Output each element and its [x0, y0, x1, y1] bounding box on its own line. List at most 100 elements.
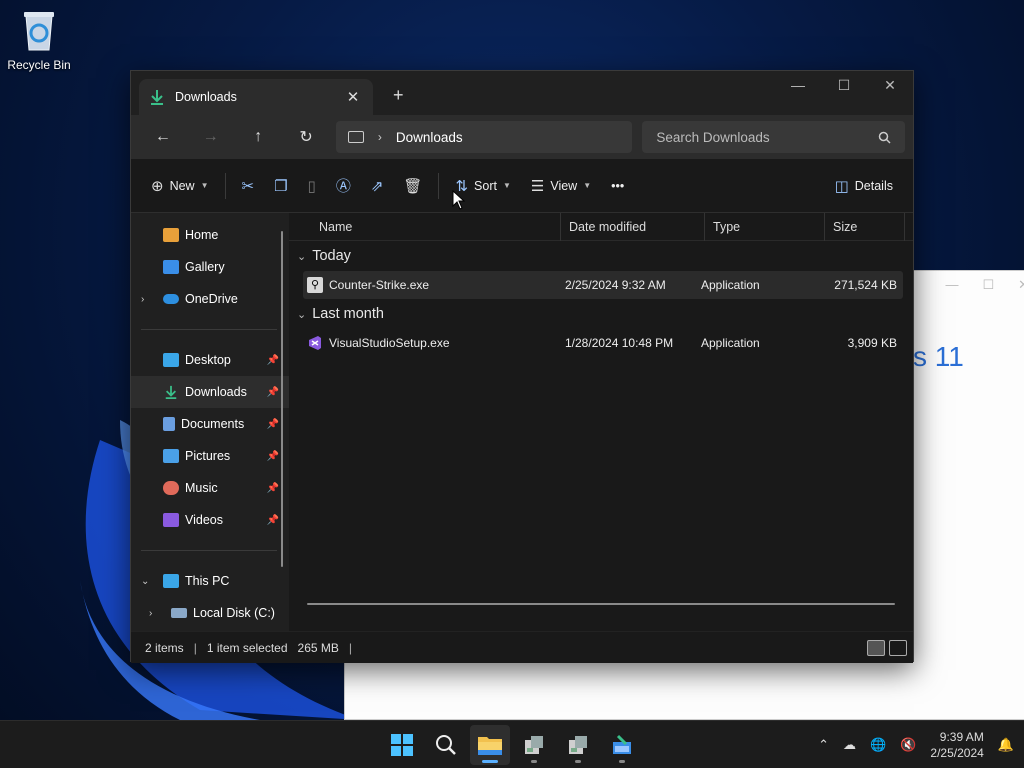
chevron-down-icon[interactable]: ⌄ — [141, 576, 149, 587]
divider — [141, 550, 277, 551]
taskbar-app-1[interactable] — [514, 725, 554, 765]
details-button[interactable]: ◫ Details — [825, 170, 903, 202]
drive-icon — [171, 608, 187, 618]
sidebar-item-music[interactable]: Music 📌 — [131, 472, 289, 504]
address-bar[interactable]: › Downloads — [335, 121, 633, 153]
file-row[interactable]: VisualStudioSetup.exe 1/28/2024 10:48 PM… — [303, 329, 903, 357]
file-size: 3,909 KB — [847, 336, 897, 350]
file-name: VisualStudioSetup.exe — [329, 336, 450, 350]
sidebar-item-gallery[interactable]: Gallery — [131, 251, 289, 283]
file-list: Name Date modified Type Size ⌄ Today ⚲ C… — [289, 212, 913, 631]
file-date: 1/28/2024 10:48 PM — [565, 336, 674, 350]
pictures-icon — [163, 449, 179, 463]
forward-button[interactable]: → — [187, 128, 235, 146]
details-label: Details — [854, 178, 893, 193]
tab-downloads[interactable]: Downloads ✕ — [139, 79, 373, 115]
up-button[interactable]: ↑ — [234, 128, 282, 146]
globe-icon[interactable]: 🌐 — [870, 737, 886, 753]
back-button[interactable]: ← — [139, 128, 187, 146]
start-button[interactable] — [382, 725, 422, 765]
sidebar-item-downloads[interactable]: Downloads 📌 — [131, 376, 289, 408]
sidebar-item-pictures[interactable]: Pictures 📌 — [131, 440, 289, 472]
minimize-button[interactable]: — — [775, 71, 821, 101]
details-view-button[interactable] — [867, 639, 885, 656]
recycle-bin[interactable]: Recycle Bin — [4, 8, 74, 72]
mouse-cursor-icon — [452, 190, 466, 210]
sidebar-item-desktop[interactable]: Desktop 📌 — [131, 344, 289, 376]
group-header-today[interactable]: ⌄ Today — [289, 241, 913, 271]
trash-icon: 🗑 — [403, 177, 423, 195]
column-type[interactable]: Type — [705, 212, 825, 241]
volume-muted-icon[interactable]: 🔇 — [900, 737, 916, 753]
status-divider: | — [348, 640, 353, 655]
pin-icon: 📌 — [266, 482, 279, 494]
time: 9:39 AM — [939, 730, 984, 744]
copy-button[interactable]: ❐ — [264, 170, 297, 202]
running-indicator — [531, 760, 537, 763]
sidebar-item-home[interactable]: Home — [131, 219, 289, 251]
sidebar-item-documents[interactable]: Documents 📌 — [131, 408, 289, 440]
tab-title: Downloads — [175, 90, 237, 104]
address-bar-row: ← → ↑ ↻ › Downloads Search Downloads — [131, 115, 913, 159]
cut-button[interactable]: ✂ — [232, 170, 265, 202]
rename-button[interactable]: Ⓐ — [326, 170, 361, 202]
running-indicator — [575, 760, 581, 763]
folder-icon — [478, 737, 502, 755]
group-header-last-month[interactable]: ⌄ Last month — [289, 299, 913, 329]
gallery-icon — [163, 260, 179, 274]
view-lines-icon: ☰ — [530, 177, 545, 195]
active-indicator — [482, 760, 498, 763]
windows-logo-icon — [391, 734, 413, 756]
visual-studio-icon — [309, 336, 321, 350]
date: 2/25/2024 — [930, 746, 984, 760]
onedrive-offline-icon[interactable]: ☁ — [843, 737, 856, 753]
taskbar-app-3[interactable] — [602, 725, 642, 765]
paste-button[interactable]: ▯ — [298, 170, 326, 202]
file-row[interactable]: ⚲ Counter-Strike.exe 2/25/2024 9:32 AM A… — [303, 271, 903, 299]
breadcrumb[interactable]: Downloads — [396, 130, 463, 145]
column-date-modified[interactable]: Date modified — [561, 212, 705, 241]
chevron-right-icon[interactable]: › — [149, 608, 152, 619]
pin-icon: 📌 — [266, 514, 279, 526]
installer-icon — [525, 736, 543, 754]
selection-size: 265 MB — [297, 640, 339, 655]
sidebar-item-local-disk[interactable]: › Local Disk (C:) — [131, 597, 289, 629]
clock[interactable]: 9:39 AM 2/25/2024 — [930, 729, 983, 761]
sidebar-item-label: Pictures — [185, 449, 231, 463]
notification-bell-icon[interactable]: 🔔 — [998, 737, 1014, 753]
sidebar-item-onedrive[interactable]: › OneDrive — [131, 283, 289, 315]
file-type: Application — [701, 278, 760, 292]
new-tab-button[interactable]: + — [393, 85, 404, 106]
chevron-right-icon[interactable]: › — [141, 294, 144, 305]
sidebar-item-videos[interactable]: Videos 📌 — [131, 504, 289, 536]
sidebar-item-this-pc[interactable]: ⌄ This PC — [131, 565, 289, 597]
more-button[interactable]: ••• — [601, 170, 634, 202]
sidebar-scrollbar[interactable] — [281, 231, 283, 567]
pin-icon: 📌 — [266, 450, 279, 462]
column-name[interactable]: Name — [289, 212, 561, 241]
new-button[interactable]: ⊕ New ▼ — [141, 170, 219, 202]
taskbar-app-2[interactable] — [558, 725, 598, 765]
view-button[interactable]: ☰ View ▼ — [521, 170, 601, 202]
file-explorer-window[interactable]: Downloads ✕ + — ☐ ✕ ← → ↑ ↻ › Downloads … — [130, 70, 914, 663]
maximize-button[interactable]: ☐ — [821, 71, 867, 101]
tiles-view-button[interactable] — [889, 639, 907, 656]
chevron-down-icon: ▼ — [200, 181, 209, 190]
search-button[interactable] — [426, 725, 466, 765]
chevron-up-icon[interactable]: ⌃ — [818, 737, 829, 753]
taskbar-file-explorer[interactable] — [470, 725, 510, 765]
share-button[interactable]: ⇗ — [361, 170, 394, 202]
column-size[interactable]: Size — [825, 212, 905, 241]
sidebar-item-label: This PC — [185, 574, 230, 588]
videos-icon — [163, 513, 179, 527]
computer-icon — [163, 574, 179, 588]
close-button[interactable]: ✕ — [867, 71, 913, 101]
horizontal-scrollbar[interactable] — [307, 603, 895, 605]
taskbar: ⌃ ☁ 🌐 🔇 9:39 AM 2/25/2024 🔔 — [0, 720, 1024, 768]
tab-close-icon[interactable]: ✕ — [343, 88, 363, 106]
delete-button[interactable]: 🗑 — [393, 170, 432, 202]
search-input[interactable]: Search Downloads — [642, 121, 905, 153]
refresh-button[interactable]: ↻ — [282, 127, 330, 147]
item-count: 2 items — [145, 640, 184, 655]
recycle-bin-icon — [20, 8, 58, 52]
